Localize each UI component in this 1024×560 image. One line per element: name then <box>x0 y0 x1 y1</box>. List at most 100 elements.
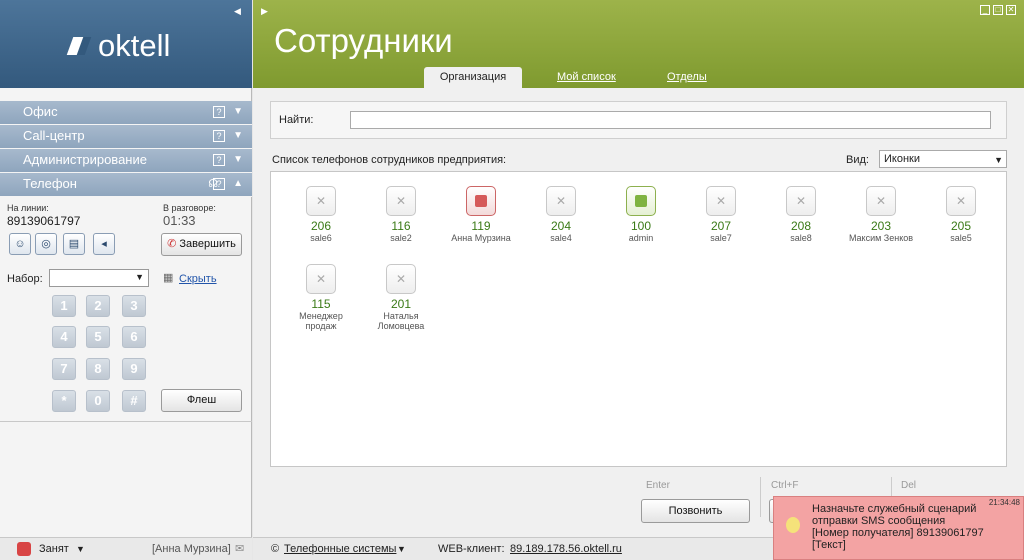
call-button[interactable]: Позвонить <box>641 499 750 523</box>
minimize-icon[interactable]: _ <box>980 5 990 15</box>
employee-number: 201 <box>390 297 412 311</box>
key-2[interactable]: 2 <box>86 295 110 317</box>
employee-tile[interactable]: ✕ 205 sale5 <box>922 186 1000 243</box>
employee-tile[interactable]: ✕ 115 Менеджер продаж <box>282 264 360 331</box>
phone-systems-link[interactable]: Телефонные системы <box>284 543 396 555</box>
view-label: Вид: <box>846 154 869 166</box>
phone-busy-icon <box>466 186 496 216</box>
close-icon[interactable]: ✕ <box>1006 5 1016 15</box>
employee-name: sale7 <box>710 233 732 243</box>
chevron-down-icon[interactable]: ▼ <box>397 544 406 554</box>
key-7[interactable]: 7 <box>52 358 76 380</box>
notification-line: [Номер получателя] 89139061797 <box>812 527 984 539</box>
status-bar-left: Занят ▼ [Анна Мурзина] ✉ <box>0 537 252 560</box>
web-client-link[interactable]: 89.189.178.56.oktell.ru <box>510 543 622 555</box>
tab-my-list[interactable]: Мой список <box>557 67 616 88</box>
employee-tile[interactable]: ✕ 116 sale2 <box>362 186 440 243</box>
sidebar-item-admin[interactable]: Администрирование ? ▼ <box>0 149 252 173</box>
grid-icon[interactable]: ▦ <box>163 271 173 284</box>
phone-offline-icon: ✕ <box>706 186 736 216</box>
employee-number: 206 <box>310 219 332 233</box>
key-0[interactable]: 0 <box>86 390 110 412</box>
tab-departments[interactable]: Отделы <box>667 67 707 88</box>
record-icon[interactable]: ▤ <box>63 233 85 255</box>
employee-tile[interactable]: 100 admin <box>602 186 680 243</box>
mute-icon[interactable]: ◂ <box>93 233 115 255</box>
view-select[interactable]: Иконки ▼ <box>879 150 1007 168</box>
key-4[interactable]: 4 <box>52 326 76 348</box>
help-icon[interactable]: ? <box>213 154 225 166</box>
employee-number: 116 <box>391 219 411 233</box>
status-state[interactable]: Занят <box>39 543 69 555</box>
help-icon[interactable]: ? <box>213 106 225 118</box>
employee-name: Менеджер продаж <box>299 311 343 331</box>
mail-icon[interactable]: ✉ <box>235 542 244 555</box>
call-shortcut-hint: Enter <box>646 480 670 491</box>
key-3[interactable]: 3 <box>122 295 146 317</box>
chevron-down-icon[interactable]: ▼ <box>76 544 85 554</box>
key-hash[interactable]: # <box>122 390 146 412</box>
employee-name: admin <box>628 233 654 243</box>
expand-icon[interactable]: ▶ <box>261 6 268 17</box>
help-icon[interactable]: ? <box>213 130 225 142</box>
chevron-down-icon[interactable]: ▼ <box>994 152 1003 168</box>
employee-tile[interactable]: ✕ 201 Наталья Ломовцева <box>362 264 440 331</box>
sidebar-item-office[interactable]: Офис ? ▼ <box>0 101 252 125</box>
transfer-icon[interactable]: ☺ <box>9 233 31 255</box>
key-star[interactable]: * <box>52 390 76 412</box>
employee-tile[interactable]: ✕ 207 sale7 <box>682 186 760 243</box>
conference-icon[interactable]: ◎ <box>35 233 57 255</box>
title-band: ▶ Сотрудники _ □ ✕ Организация Мой списо… <box>253 0 1024 88</box>
employee-number: 205 <box>950 219 972 233</box>
employee-tile[interactable]: ✕ 206 sale6 <box>282 186 360 243</box>
employee-number: 203 <box>870 219 892 233</box>
employee-tile[interactable]: 119 Анна Мурзина <box>442 186 520 243</box>
maximize-icon[interactable]: □ <box>993 5 1003 15</box>
tab-organization[interactable]: Организация <box>424 67 522 88</box>
sidebar-item-phone[interactable]: Телефон ☊ ? ▲ <box>0 173 252 197</box>
hide-keypad-link[interactable]: Скрыть <box>179 273 217 285</box>
web-client-label: WEB-клиент: <box>438 543 505 555</box>
flash-button[interactable]: Флеш <box>161 389 242 412</box>
key-1[interactable]: 1 <box>52 295 76 317</box>
logo-mark-icon <box>70 35 96 57</box>
key-9[interactable]: 9 <box>122 358 146 380</box>
phone-hangup-icon: ✆ <box>167 238 177 250</box>
key-5[interactable]: 5 <box>86 326 110 348</box>
key-8[interactable]: 8 <box>86 358 110 380</box>
right-pane: ▶ Сотрудники _ □ ✕ Организация Мой списо… <box>253 0 1024 560</box>
chevron-down-icon[interactable]: ▼ <box>135 272 144 282</box>
chevron-down-icon[interactable]: ▼ <box>233 149 243 171</box>
chevron-up-icon[interactable]: ▲ <box>233 173 243 195</box>
phone-offline-icon: ✕ <box>546 186 576 216</box>
dial-input[interactable]: ▼ <box>49 269 149 287</box>
phone-offline-icon: ✕ <box>786 186 816 216</box>
employee-name: sale6 <box>310 233 332 243</box>
key-6[interactable]: 6 <box>122 326 146 348</box>
lightbulb-icon <box>786 517 800 533</box>
chevron-down-icon[interactable]: ▼ <box>233 101 243 123</box>
employee-tile[interactable]: ✕ 208 sale8 <box>762 186 840 243</box>
list-title: Список телефонов сотрудников предприятия… <box>272 154 507 166</box>
search-input[interactable] <box>350 111 991 129</box>
chevron-down-icon[interactable]: ▼ <box>233 125 243 147</box>
employee-name: Анна Мурзина <box>451 233 511 243</box>
employee-name: Максим Зенков <box>848 233 914 243</box>
sms-notification[interactable]: 21:34:48 Назначьте служебный сценарий от… <box>773 496 1024 560</box>
phone-offline-icon: ✕ <box>386 264 416 294</box>
employee-number: 208 <box>790 219 812 233</box>
search-shortcut-hint: Ctrl+F <box>771 480 799 491</box>
help-icon[interactable]: ? <box>213 178 225 190</box>
employee-tile[interactable]: ✕ 203 Максим Зенков <box>842 186 920 243</box>
notification-line: [Текст] <box>812 539 846 551</box>
collapse-left-icon[interactable]: ◀ <box>234 6 241 17</box>
sidebar-item-callcenter[interactable]: Call-центр ? ▼ <box>0 125 252 149</box>
hangup-label: Завершить <box>179 238 236 250</box>
dial-label: Набор: <box>7 273 43 285</box>
employee-tile[interactable]: ✕ 204 sale4 <box>522 186 600 243</box>
sidebar-item-label: Телефон <box>23 176 77 191</box>
busy-status-icon[interactable] <box>17 542 31 556</box>
hangup-button[interactable]: ✆ Завершить <box>161 233 242 256</box>
current-user: [Анна Мурзина] <box>152 543 231 555</box>
phone-free-icon <box>626 186 656 216</box>
